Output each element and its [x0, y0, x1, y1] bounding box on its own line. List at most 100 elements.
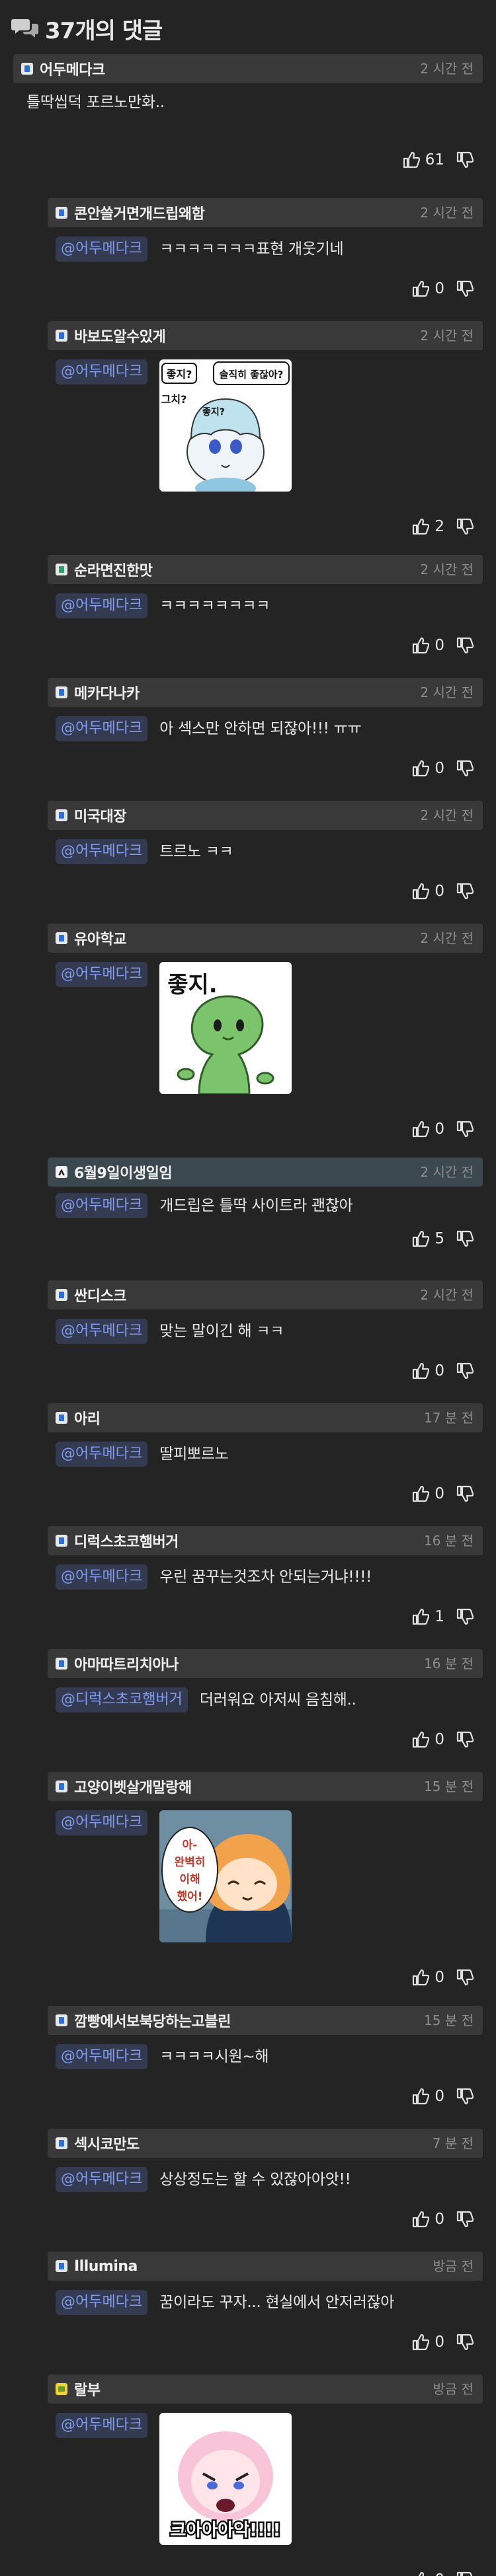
thumbs-down-icon[interactable]: [456, 1969, 474, 1986]
comment-header: 미국대장 2 시간 전: [48, 801, 483, 830]
sticker-image: 좋지.: [159, 962, 292, 1094]
sticker-text: 좋지.: [167, 972, 217, 998]
thumbs-down-icon[interactable]: [456, 518, 474, 535]
sticker-text: 크아아아악!!!!: [171, 2521, 281, 2540]
mention-tag[interactable]: @어두메다크: [56, 2044, 148, 2069]
comment-author[interactable]: 디럭스초코햄버거: [74, 1530, 179, 1551]
reply-comment: 미국대장 2 시간 전 @어두메다크 트르노 ㅋㅋ 0: [48, 801, 483, 900]
thumbs-up-icon[interactable]: [412, 2211, 430, 2228]
comment-author[interactable]: 어두메다크: [40, 58, 105, 79]
thumbs-up-icon[interactable]: [412, 2334, 430, 2351]
thumbs-up-icon[interactable]: [412, 280, 430, 297]
mention-tag[interactable]: @어두메다크: [56, 1193, 148, 1218]
thumbs-down-icon[interactable]: [456, 1608, 474, 1625]
mention-tag[interactable]: @어두메다크: [56, 2167, 148, 2192]
level-badge-icon: [56, 2383, 67, 2395]
mention-tag[interactable]: @어두메다크: [56, 962, 148, 987]
comment-author[interactable]: 메카다나카: [74, 682, 140, 703]
thumbs-up-icon[interactable]: [412, 2571, 429, 2576]
thumbs-down-icon[interactable]: [456, 2211, 474, 2228]
comment-author[interactable]: 콘안쓸거면개드립왜함: [74, 202, 205, 223]
comment-header: 깜빵에서보북당하는고블린 15 분 전: [48, 2006, 483, 2035]
mention-tag[interactable]: @어두메다크: [56, 593, 148, 618]
comment-time: 2 시간 전: [420, 1164, 474, 1180]
thumbs-down-icon[interactable]: [456, 1485, 474, 1502]
thumbs-up-icon[interactable]: [412, 883, 430, 900]
comment-author[interactable]: 싼디스크: [74, 1284, 126, 1306]
comment-header: 어두메다크 2 시간 전: [13, 54, 483, 83]
comment-author[interactable]: 깜빵에서보북당하는고블린: [74, 2010, 231, 2031]
upvote-count: 0: [434, 1362, 444, 1380]
reply-comment: 유아학교 2 시간 전 @어두메다크 좋지. 0: [48, 924, 483, 1138]
comment-time: 2 시간 전: [420, 807, 474, 823]
thumbs-down-icon[interactable]: [456, 280, 474, 297]
comment-text: 트르노 ㅋㅋ: [159, 843, 233, 860]
comment-text: 맞는 말이긴 해 ㅋㅋ: [159, 1323, 284, 1340]
comment-author[interactable]: 고양이벳살개말랑해: [74, 1776, 192, 1797]
comment-author[interactable]: 바보도알수있게: [74, 325, 166, 346]
thumbs-down-icon[interactable]: [456, 637, 474, 654]
level-badge-icon: [56, 932, 67, 944]
mention-tag[interactable]: @어두메다크: [56, 1810, 148, 1835]
upvote-count: 0: [434, 883, 444, 900]
sticker-text: 좋지?: [167, 368, 192, 381]
comment-time: 15 분 전: [424, 1779, 474, 1794]
comment-author[interactable]: 6월9일이생일임: [74, 1161, 173, 1183]
mention-tag[interactable]: @어두메다크: [56, 2290, 148, 2315]
thumbs-up-icon[interactable]: [412, 1608, 430, 1625]
upvote-count: 2: [434, 518, 444, 535]
upvote-count: 0: [434, 760, 444, 777]
level-badge-icon: [56, 2260, 67, 2272]
thumbs-up-icon[interactable]: [412, 518, 430, 535]
thumbs-up-icon[interactable]: [412, 1731, 430, 1748]
thumbs-up-icon[interactable]: [412, 1230, 430, 1247]
thumbs-up-icon[interactable]: [412, 1485, 430, 1502]
thumbs-up-icon[interactable]: [412, 2088, 430, 2105]
comment-time: 2 시간 전: [420, 61, 474, 77]
thumbs-up-icon[interactable]: [412, 1969, 430, 1986]
thumbs-up-icon[interactable]: [412, 1121, 430, 1138]
mention-tag[interactable]: @어두메다크: [56, 237, 148, 262]
thumbs-down-icon[interactable]: [456, 2334, 474, 2351]
mention-tag[interactable]: @어두메다크: [56, 1442, 148, 1467]
level-badge-icon: [56, 2014, 67, 2026]
thumbs-up-icon[interactable]: [412, 760, 430, 777]
thumbs-down-icon[interactable]: [456, 1731, 474, 1748]
comment-author[interactable]: Illumina: [74, 2258, 138, 2275]
level-badge-icon: [56, 1781, 67, 1792]
mention-tag[interactable]: @어두메다크: [56, 1564, 148, 1590]
comment-text: 틀딱씹덕 포르노만화..: [26, 94, 165, 111]
upvote-count: 0: [434, 1731, 444, 1748]
thumbs-up-icon[interactable]: [403, 151, 420, 168]
thumbs-down-icon[interactable]: [456, 883, 474, 900]
thumbs-down-icon[interactable]: [456, 151, 474, 168]
reply-comment: 깜빵에서보북당하는고블린 15 분 전 @어두메다크 ㅋㅋㅋㅋ시원~해 0: [48, 2006, 483, 2105]
speech-bubbles-icon: [11, 19, 38, 38]
comment-author[interactable]: 유아학교: [74, 928, 126, 949]
thumbs-up-icon[interactable]: [412, 1362, 430, 1380]
mention-tag[interactable]: @어두메다크: [56, 716, 148, 741]
thumbs-down-icon[interactable]: [456, 2088, 474, 2105]
thumbs-down-icon[interactable]: [456, 1362, 474, 1380]
comment-author[interactable]: 아리: [74, 1407, 101, 1428]
mention-tag[interactable]: @디럭스초코햄버거: [56, 1687, 188, 1712]
vote-controls: 0: [412, 1119, 474, 1139]
mention-tag[interactable]: @어두메다크: [56, 359, 148, 385]
comment-text: 우린 꿈꾸는것조차 안되는거냐!!!!: [159, 1568, 372, 1586]
comment-author[interactable]: 순라면진한맛: [74, 559, 153, 580]
comment-author[interactable]: 아마따트리치아나: [74, 1653, 179, 1674]
thumbs-up-icon[interactable]: [412, 637, 430, 654]
thumbs-down-icon[interactable]: [456, 1121, 474, 1138]
comment-author[interactable]: 미국대장: [74, 805, 126, 826]
mention-tag[interactable]: @어두메다크: [56, 839, 148, 864]
thumbs-down-icon[interactable]: [456, 1230, 474, 1247]
vote-controls: 61: [403, 150, 474, 170]
comment-header: 순라면진한맛 2 시간 전: [48, 555, 483, 584]
comment-author[interactable]: 섹시코만도: [74, 2133, 140, 2154]
reply-comment: 고양이벳살개말랑해 15 분 전 @어두메다크 아- 완벽히 이해 했어! 0: [48, 1772, 483, 1986]
thumbs-down-icon[interactable]: [456, 2571, 474, 2576]
mention-tag[interactable]: @어두메다크: [56, 1319, 148, 1344]
mention-tag[interactable]: @어두메다크: [56, 2413, 148, 2438]
comment-author[interactable]: 랄부: [74, 2378, 101, 2400]
thumbs-down-icon[interactable]: [456, 760, 474, 777]
